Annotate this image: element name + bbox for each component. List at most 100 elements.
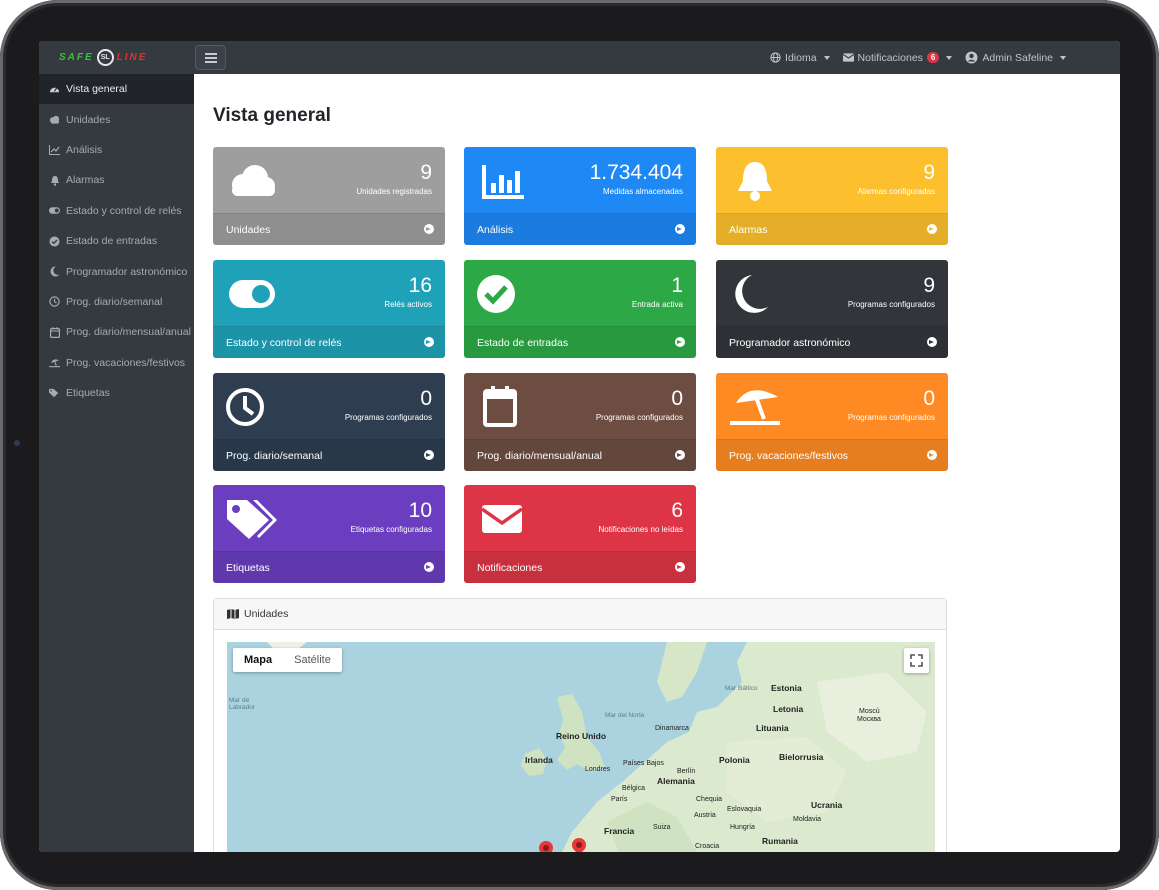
toggle-icon: [229, 280, 275, 308]
hamburger-icon: [204, 52, 217, 63]
card-footer-link[interactable]: Alarmas: [716, 213, 948, 245]
card-footer-link[interactable]: Notificaciones: [464, 551, 696, 583]
card-footer-label: Análisis: [477, 224, 514, 236]
sidebar-item-unidades[interactable]: Unidades: [39, 104, 194, 134]
moon-icon: [49, 266, 60, 277]
brand-logo[interactable]: SAFE SL LINE: [59, 47, 147, 67]
card-value: 1: [671, 274, 683, 297]
card-footer-link[interactable]: Prog. diario/semanal: [213, 439, 445, 471]
page-title: Vista general: [213, 105, 331, 126]
card-notificaciones: 6 Notificaciones no leídas Notificacione…: [464, 485, 696, 583]
arrow-circle-right-icon: [424, 224, 434, 234]
card-value: 9: [923, 274, 935, 297]
map-canvas[interactable]: Mapa Satélite Mar de Labrador Mar del No…: [227, 642, 935, 852]
sidebar-item-vacaciones[interactable]: Prog. vacaciones/festivos: [39, 348, 194, 378]
calendar-icon: [49, 326, 60, 338]
map-label: Suiza: [653, 824, 671, 831]
chevron-down-icon: [823, 55, 830, 60]
brand-mark: SL: [96, 48, 114, 66]
sidebar-toggle-button[interactable]: [195, 45, 226, 70]
map-label: Francia: [604, 826, 635, 836]
arrow-circle-right-icon: [675, 562, 685, 572]
check-circle-icon: [49, 236, 60, 247]
language-dropdown[interactable]: Idioma: [770, 52, 830, 64]
camera: [14, 440, 20, 446]
notifications-dropdown[interactable]: Notificaciones 6: [842, 52, 953, 64]
sidebar-item-reles[interactable]: Estado y control de relés: [39, 196, 194, 226]
card-footer-label: Unidades: [226, 224, 271, 236]
card-footer-label: Notificaciones: [477, 562, 543, 574]
card-footer-link[interactable]: Estado de entradas: [464, 326, 696, 358]
map-type-satellite-button[interactable]: Satélite: [283, 648, 342, 672]
map-label: Ucrania: [811, 800, 843, 810]
sidebar-item-alarmas[interactable]: Alarmas: [39, 165, 194, 195]
card-value: 0: [420, 387, 432, 410]
sidebar-item-diario-semanal[interactable]: Prog. diario/semanal: [39, 287, 194, 317]
clock-icon: [226, 388, 264, 426]
bell-icon: [738, 162, 772, 201]
card-analisis: 1.734.404 Medidas almacenadas Análisis: [464, 147, 696, 245]
arrow-circle-right-icon: [424, 337, 434, 347]
map-label: Labrador: [229, 704, 256, 711]
card-vacaciones: 0 Programas configurados Prog. vacacione…: [716, 373, 948, 471]
map-type-map-button[interactable]: Mapa: [233, 648, 283, 672]
sidebar-item-analisis[interactable]: Análisis: [39, 135, 194, 165]
language-label: Idioma: [785, 51, 817, 64]
sidebar-item-etiquetas[interactable]: Etiquetas: [39, 378, 194, 408]
map-label: Londres: [585, 766, 611, 773]
user-name: Admin Safeline: [982, 51, 1053, 64]
user-dropdown[interactable]: Admin Safeline: [965, 51, 1066, 64]
toggle-icon: [49, 205, 60, 216]
sidebar-item-astronomico[interactable]: Programador astronómico: [39, 256, 194, 286]
card-label: Programas configurados: [847, 300, 935, 309]
cloud-icon: [232, 165, 275, 196]
card-alarmas: 9 Alarmas configuradas Alarmas: [716, 147, 948, 245]
map-label: Bielorrusia: [779, 752, 824, 762]
card-label: Unidades registradas: [356, 187, 432, 196]
map-label: Moldavia: [793, 816, 822, 823]
card-footer-link[interactable]: Programador astronómico: [716, 326, 948, 358]
fullscreen-icon: [910, 654, 923, 667]
chart-icon: [49, 144, 60, 155]
cloud-icon: [49, 114, 60, 125]
map-panel-title: Unidades: [244, 608, 289, 620]
fullscreen-button[interactable]: [904, 648, 929, 673]
card-footer-link[interactable]: Prog. vacaciones/festivos: [716, 439, 948, 471]
map-label: Eslovaquia: [727, 806, 762, 813]
card-label: Programas configurados: [847, 413, 935, 422]
card-reles: 16 Relés activos Estado y control de rel…: [213, 260, 445, 358]
umbrella-beach-icon: [730, 390, 780, 425]
sidebar-item-diario-mensual-anual[interactable]: Prog. diario/mensual/anual: [39, 317, 194, 347]
map-label: Polonia: [719, 755, 750, 765]
sidebar-item-vista-general[interactable]: Vista general: [39, 74, 194, 105]
sidebar-item-label: Estado de entradas: [66, 235, 158, 248]
card-value: 9: [923, 161, 935, 184]
map-label: Bélgica: [622, 785, 645, 792]
card-label: Relés activos: [384, 300, 432, 309]
sidebar-item-label: Alarmas: [66, 174, 105, 187]
user-circle-icon: [965, 51, 978, 64]
arrow-circle-right-icon: [927, 224, 937, 234]
sidebar-item-label: Programador astronómico: [66, 265, 188, 278]
card-label: Programas configurados: [344, 413, 432, 422]
card-footer-label: Prog. vacaciones/festivos: [729, 450, 849, 462]
card-unidades: 9 Unidades registradas Unidades: [213, 147, 445, 245]
card-astronomico: 9 Programas configurados Programador ast…: [716, 260, 948, 358]
chevron-down-icon: [946, 55, 953, 60]
card-label: Alarmas configuradas: [857, 187, 935, 196]
map-label: Dinamarca: [655, 725, 689, 732]
map-label: Hungría: [730, 824, 755, 831]
map-label: París: [611, 796, 628, 803]
card-footer-link[interactable]: Prog. diario/mensual/anual: [464, 439, 696, 471]
tags-icon: [49, 388, 60, 399]
card-diario-semanal: 0 Programas configurados Prog. diario/se…: [213, 373, 445, 471]
card-footer-link[interactable]: Etiquetas: [213, 551, 445, 583]
card-footer-link[interactable]: Unidades: [213, 213, 445, 245]
map-label: Rumania: [762, 836, 798, 846]
sidebar-item-entradas[interactable]: Estado de entradas: [39, 226, 194, 256]
screen: SAFE SL LINE Idioma Notificaciones 6 Adm…: [39, 41, 1120, 852]
check-circle-icon: [477, 275, 515, 313]
card-footer-link[interactable]: Estado y control de relés: [213, 326, 445, 358]
card-footer-link[interactable]: Análisis: [464, 213, 696, 245]
chart-icon: [482, 165, 524, 199]
